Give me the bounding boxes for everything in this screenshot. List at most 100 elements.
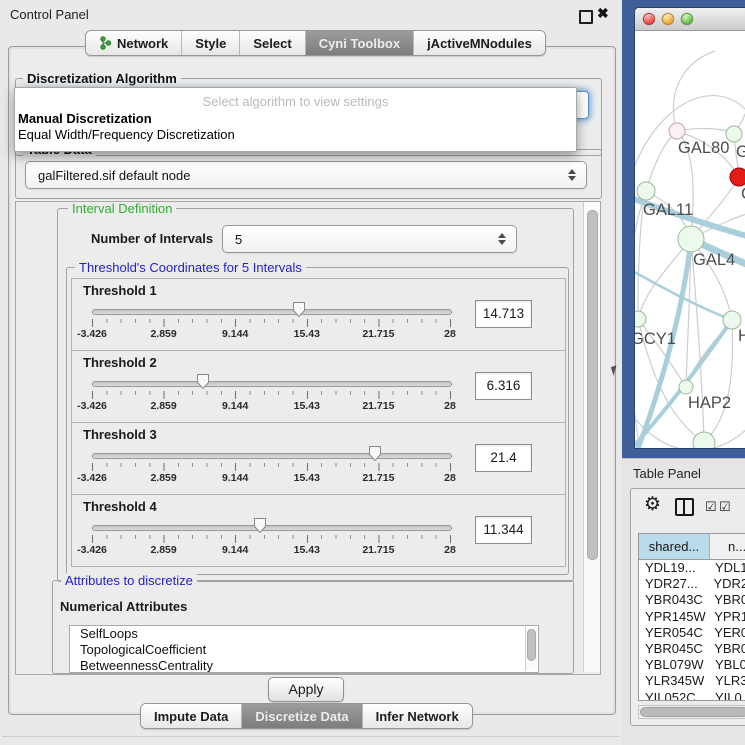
table-row[interactable]: YBR043CYBR0... [639, 592, 745, 608]
discretization-algorithm-label: Discretization Algorithm [23, 71, 181, 86]
numerical-attributes-label: Numerical Attributes [60, 599, 187, 614]
network-view-window: GAL80GACGAL11GAL4GCY1HHAP2 [634, 7, 745, 449]
threshold-slider-track[interactable] [92, 309, 452, 315]
minimize-traffic-light-icon[interactable] [662, 13, 674, 25]
stepper-icon [568, 169, 576, 181]
network-node-ga[interactable] [726, 126, 742, 142]
table-row[interactable]: YPR145WYPR1... [639, 609, 745, 625]
threshold-value-field[interactable]: 6.316 [475, 372, 532, 400]
tab-infer-network[interactable]: Infer Network [363, 704, 472, 728]
tick-label: 9.144 [222, 472, 248, 484]
threshold-slider-thumb[interactable] [253, 517, 267, 534]
network-node-label: GA [736, 143, 745, 161]
threshold-title: Threshold 2 [83, 355, 157, 370]
numerical-attributes-list[interactable]: SelfLoopsTopologicalCoefficientBetweenne… [69, 625, 539, 673]
apply-button[interactable]: Apply [268, 677, 344, 702]
tab-network-label: Network [117, 36, 168, 51]
attribute-list-item[interactable]: TopologicalCoefficient [70, 642, 538, 658]
table-row[interactable]: YBL079WYBL0... [639, 657, 745, 673]
threshold-slider-thumb[interactable] [368, 445, 382, 462]
tick-label: 21.715 [362, 544, 394, 556]
popup-item-equal-width-frequency[interactable]: Equal Width/Frequency Discretization [18, 127, 235, 142]
threshold-value-field[interactable]: 21.4 [475, 444, 532, 472]
attribute-list-item[interactable]: SelfLoops [70, 626, 538, 642]
tab-impute-data[interactable]: Impute Data [141, 704, 242, 728]
threshold-slider-thumb[interactable] [292, 301, 306, 318]
threshold-panels: Threshold 1-3.4262.8599.14415.4321.71528… [71, 279, 566, 567]
threshold-value-field[interactable]: 14.713 [475, 300, 532, 328]
interval-definition-group: Interval Definition Number of Intervals … [57, 208, 574, 582]
table-panel-title: Table Panel [633, 466, 701, 481]
checkbox-icon[interactable]: ☑ [719, 499, 731, 515]
close-icon[interactable]: ✖ [597, 5, 609, 22]
close-traffic-light-icon[interactable] [643, 13, 655, 25]
table-horizontal-scrollbar[interactable] [638, 705, 745, 719]
column-header-shared-name[interactable]: shared... [639, 534, 710, 559]
network-node-gal11[interactable] [637, 182, 655, 200]
table-row[interactable]: YER054CYER0... [639, 625, 745, 641]
table-row[interactable]: YLR345WYLR3... [639, 673, 745, 689]
tick-label: 15.43 [294, 328, 320, 340]
tab-cyni-toolbox[interactable]: Cyni Toolbox [306, 31, 414, 55]
table-row[interactable]: YBR045CYBR0... [639, 641, 745, 657]
threshold-value-field[interactable]: 11.344 [475, 516, 532, 544]
checkbox-icon[interactable]: ☑ [705, 499, 717, 515]
tab-style[interactable]: Style [182, 31, 240, 55]
tick-label: 21.715 [362, 328, 394, 340]
cell-name: YIL0... [709, 690, 745, 701]
network-node-c[interactable] [730, 168, 745, 186]
threshold-slider-thumb[interactable] [196, 373, 210, 390]
table-panel: ⚙ ☑ ☑ shared... n... YDL19...YDL1...YDR2… [630, 488, 745, 726]
network-node-gal4[interactable] [678, 226, 704, 252]
tick-label: 9.144 [222, 544, 248, 556]
attribute-list-item[interactable]: BetweennessCentrality [70, 658, 538, 673]
tab-discretize-data[interactable]: Discretize Data [242, 704, 362, 728]
threshold-slider-track[interactable] [92, 381, 452, 387]
gear-icon[interactable]: ⚙ [644, 493, 661, 516]
tick-label: 15.43 [294, 400, 320, 412]
network-edge[interactable] [691, 239, 704, 443]
network-node-hap2[interactable] [679, 380, 693, 394]
tick-label: 15.43 [294, 544, 320, 556]
tick-label: 2.859 [150, 328, 176, 340]
zoom-traffic-light-icon[interactable] [681, 13, 693, 25]
top-tabstrip: Network Style Select Cyni Toolbox jActiv… [85, 30, 546, 56]
network-edge[interactable] [673, 51, 715, 131]
network-edge[interactable] [677, 128, 734, 134]
number-of-intervals-value: 5 [223, 232, 498, 247]
cell-name: YLR3... [709, 673, 745, 689]
pane-scrollbar[interactable] [583, 202, 600, 672]
tab-network[interactable]: Network [86, 31, 182, 55]
column-header-name[interactable]: n... [710, 534, 745, 559]
slider-ticks-major [92, 391, 451, 399]
network-canvas[interactable]: GAL80GACGAL11GAL4GCY1HHAP2 [635, 31, 745, 448]
network-window-titlebar[interactable] [635, 8, 745, 31]
network-edge[interactable] [646, 131, 677, 191]
tick-label: 21.715 [362, 400, 394, 412]
network-node-gal80[interactable] [669, 123, 685, 139]
table-row[interactable]: YDR27...YDR2... [639, 576, 745, 592]
table-header-row: shared... n... [639, 534, 745, 560]
cell-shared-name: YLR345W [639, 673, 709, 689]
threshold-slider-track[interactable] [92, 453, 452, 459]
popup-hint: Select algorithm to view settings [15, 94, 576, 109]
popup-item-manual-discretization[interactable]: Manual Discretization [18, 111, 152, 126]
split-columns-icon[interactable] [675, 498, 694, 516]
network-node-gcy1[interactable] [635, 311, 646, 327]
table-data-combobox[interactable]: galFiltered.sif default node [25, 161, 587, 189]
interval-definition-label: Interval Definition [68, 201, 176, 216]
tab-select[interactable]: Select [240, 31, 305, 55]
tab-jactivemnodules[interactable]: jActiveMNodules [414, 31, 545, 55]
cell-shared-name: YDR27... [639, 576, 707, 592]
network-node-label: C [741, 185, 745, 203]
cell-name: YBR0... [708, 641, 745, 657]
table-row[interactable]: YDL19...YDL1... [639, 560, 745, 576]
tick-label: 21.715 [362, 472, 394, 484]
number-of-intervals-combobox[interactable]: 5 [222, 225, 517, 253]
attributes-scrollbar[interactable] [525, 627, 537, 671]
threshold-slider-track[interactable] [92, 525, 452, 531]
table-row[interactable]: YIL052CYIL0... [639, 690, 745, 701]
screen: Control Panel ✖ Discretization Algorithm… [0, 0, 745, 745]
network-icon [99, 36, 112, 50]
float-window-icon[interactable] [579, 10, 593, 24]
